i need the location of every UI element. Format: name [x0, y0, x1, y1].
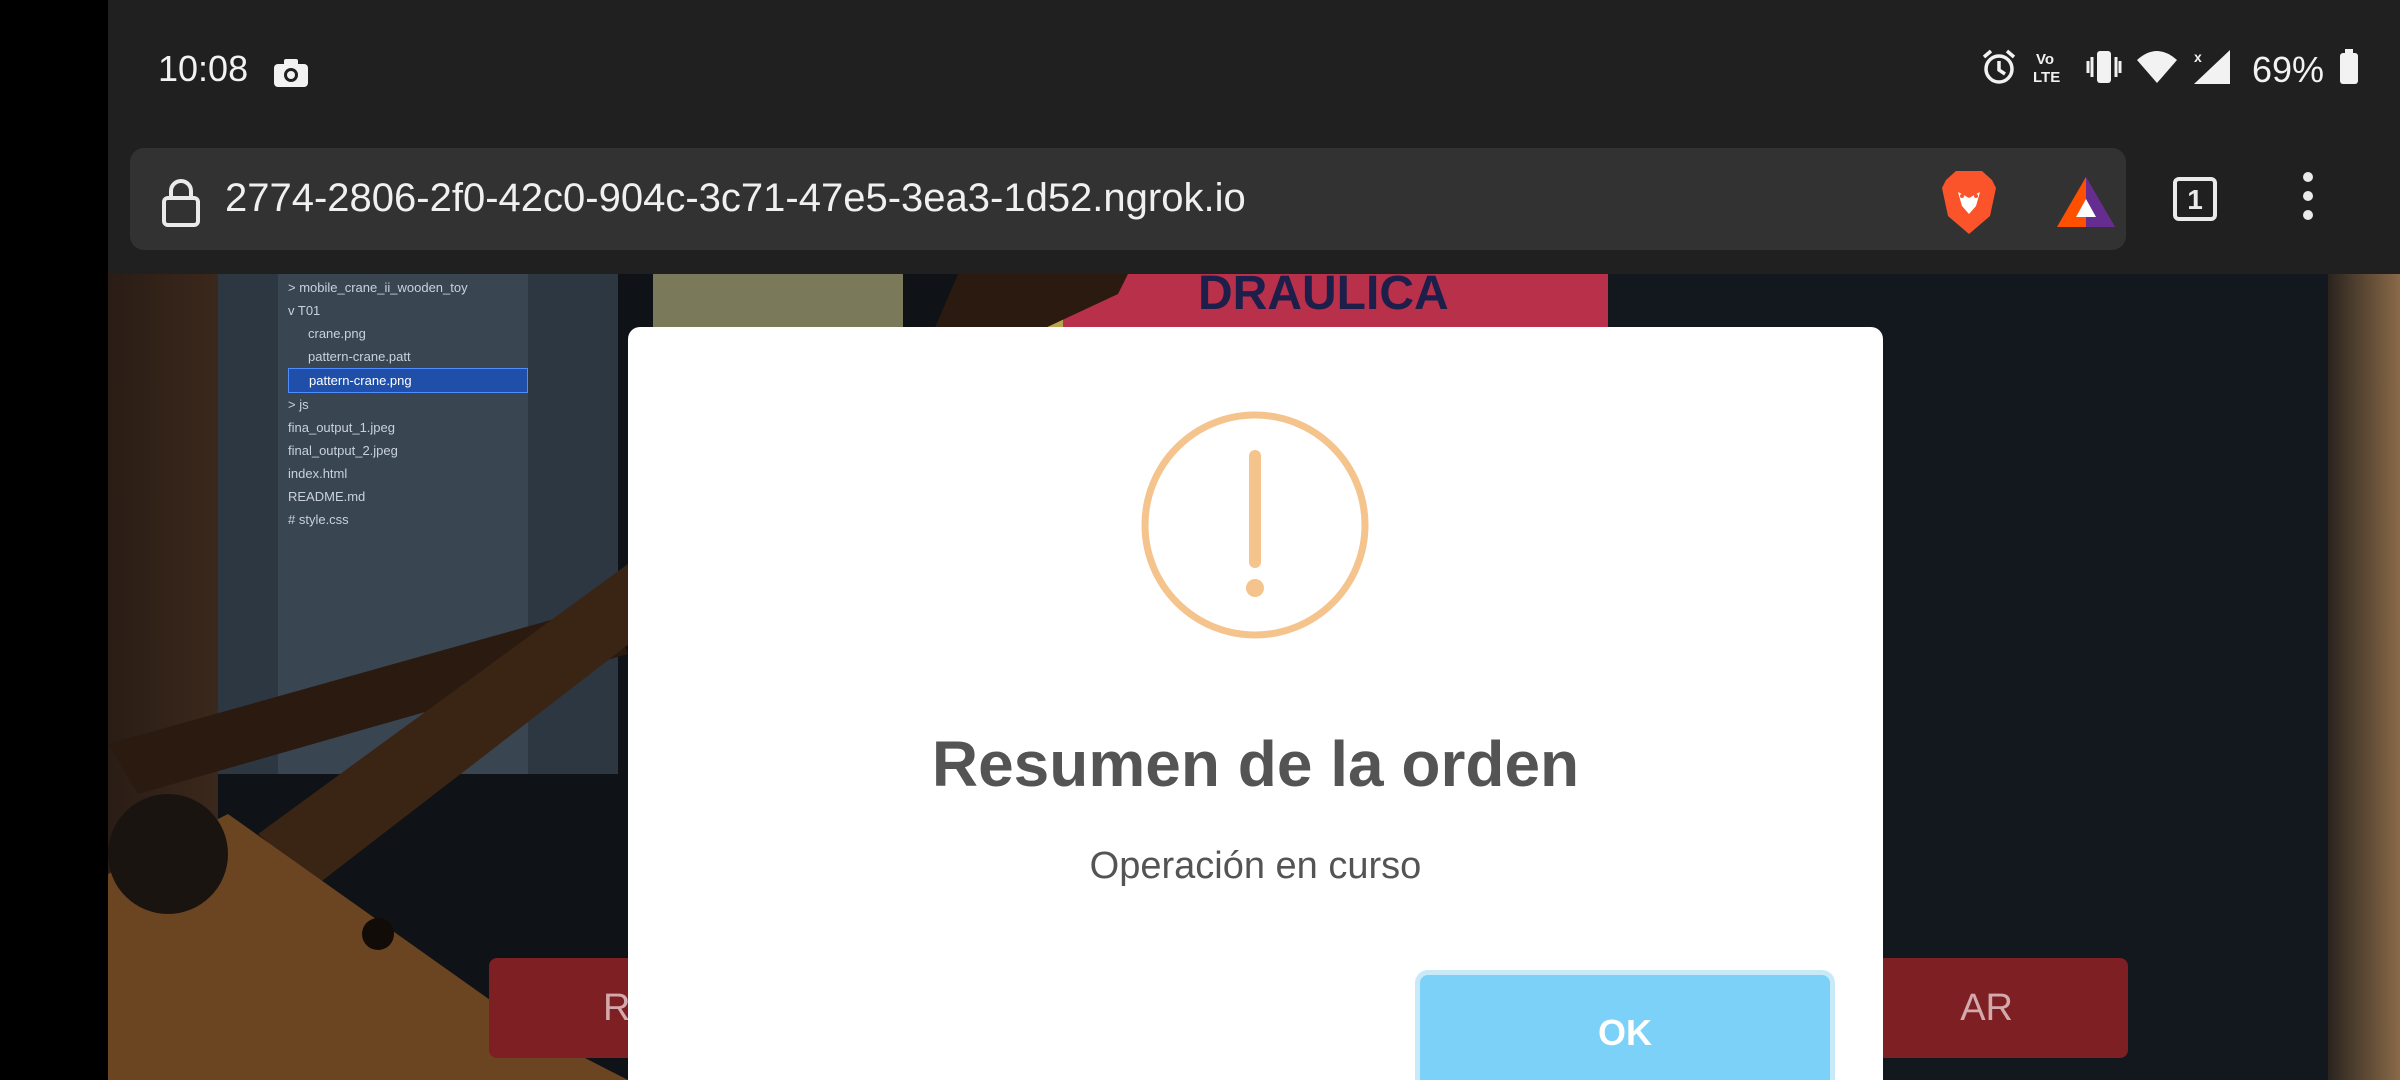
more-vert-icon[interactable] — [2298, 172, 2318, 228]
left-black-bar — [0, 0, 108, 1080]
wifi-icon — [2136, 48, 2178, 91]
modal-title: Resumen de la orden — [931, 728, 1580, 800]
signal-icon: x — [2192, 48, 2232, 91]
status-time: 10:08 — [158, 48, 249, 89]
alert-modal: Resumen de la orden Operación en curso O… — [628, 327, 1883, 1080]
bat-rewards-icon[interactable] — [2055, 175, 2117, 234]
address-bar[interactable]: 2774-2806-2f0-42c0-904c-3c71-47e5-3ea3-1… — [130, 148, 2126, 250]
brave-lion-icon[interactable] — [1938, 168, 2000, 241]
lock-icon[interactable] — [160, 178, 202, 233]
svg-text:LTE: LTE — [2033, 69, 2060, 86]
camera-icon — [273, 58, 309, 93]
phone-screen: 10:08 Vo LTE x 69% 2774-2806-2f0-42c0-90… — [108, 0, 2400, 1080]
modal-text: Operación en curso — [1089, 845, 1422, 887]
vibrate-icon — [2086, 48, 2122, 91]
svg-text:x: x — [2194, 49, 2202, 65]
status-bar: 10:08 Vo LTE x 69% — [108, 0, 2400, 142]
ok-button[interactable]: OK — [1420, 975, 1830, 1080]
battery-percent: 69% — [2251, 48, 2324, 90]
warning-icon — [1140, 410, 1370, 640]
battery-icon — [2338, 48, 2360, 91]
browser-toolbar: 2774-2806-2f0-42c0-904c-3c71-47e5-3ea3-1… — [108, 142, 2400, 274]
alarm-icon — [1980, 48, 2018, 91]
status-icons: Vo LTE x 69% — [1980, 48, 2360, 91]
tabs-button[interactable]: 1 — [2173, 177, 2217, 221]
volte-icon: Vo LTE — [2032, 48, 2072, 91]
url-text[interactable]: 2774-2806-2f0-42c0-904c-3c71-47e5-3ea3-1… — [225, 176, 1246, 221]
svg-text:Vo: Vo — [2036, 51, 2054, 68]
